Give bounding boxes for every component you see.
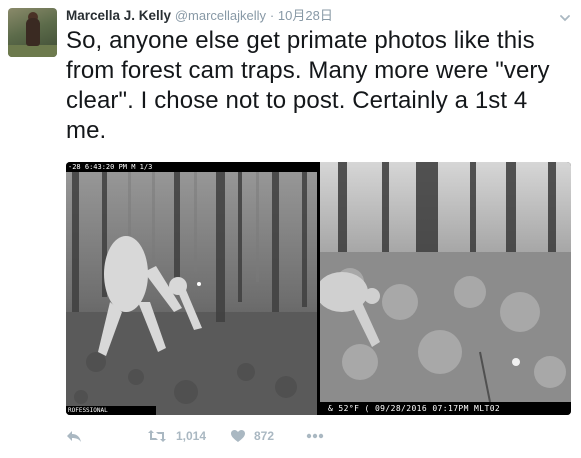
more-dots-icon [306,433,324,439]
camera-stamp-top: -28 6:43:20 PM M 1/3 [66,162,317,172]
trail-cam-photo-right[interactable]: & 52°F ( 09/28/2016 07:17PM MLT02 [320,162,571,415]
separator-dot: · [269,8,275,23]
retweet-button[interactable]: 1,014 [147,426,206,446]
heart-icon [231,429,245,443]
avatar-figure [26,18,40,46]
camera-stamp-datetime: & 52°F ( 09/28/2016 07:17PM MLT02 [320,402,571,415]
more-button[interactable] [306,426,324,446]
retweet-icon [147,429,167,443]
retweet-count: 1,014 [176,429,207,443]
avatar[interactable] [8,8,57,57]
media-grid: -28 6:43:20 PM M 1/3 ROFESSIONAL & 52°F … [66,162,571,415]
author-name[interactable]: Marcella J. Kelly [66,8,171,23]
reply-icon [66,429,82,443]
like-count: 872 [254,429,275,443]
camera-stamp-brand: ROFESSIONAL [66,406,156,415]
tweet-header: Marcella J. Kelly @marcellajkelly · 10月2… [66,8,333,24]
reply-button[interactable] [66,426,82,446]
avatar-ground [8,45,57,57]
chevron-down-icon[interactable] [560,10,570,22]
author-handle[interactable]: @marcellajkelly [175,8,266,23]
like-button[interactable]: 872 [231,426,274,446]
trail-cam-photo-left[interactable]: -28 6:43:20 PM M 1/3 ROFESSIONAL [66,162,317,415]
tweet-date[interactable]: 10月28日 [278,8,333,23]
tweet-actions: 1,014 872 [66,426,366,446]
tweet-text: So, anyone else get primate photos like … [66,27,550,144]
